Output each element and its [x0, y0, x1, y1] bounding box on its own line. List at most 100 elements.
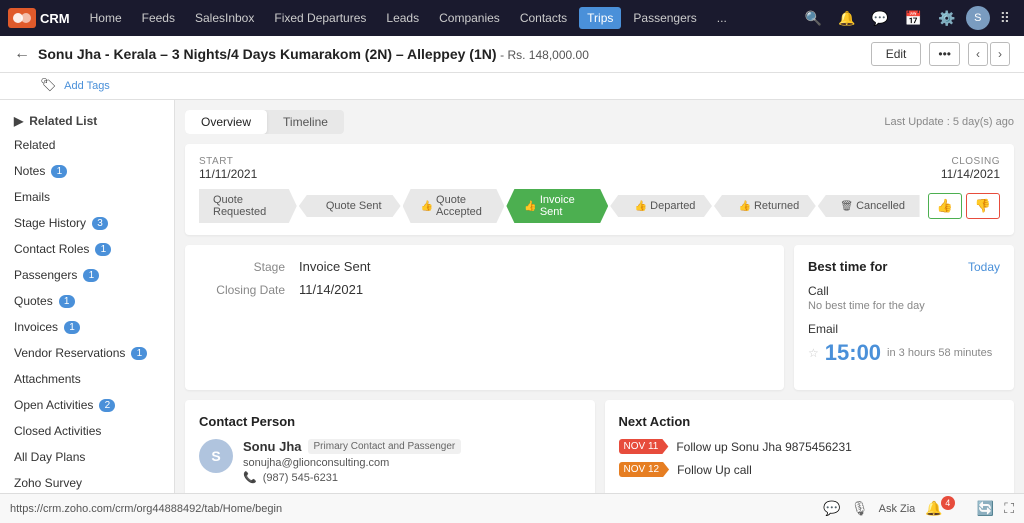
app-logo[interactable]: CRM	[8, 8, 70, 28]
approve-button[interactable]: 👍	[928, 193, 962, 219]
next-record-button[interactable]: ›	[990, 42, 1010, 66]
sidebar-item-related[interactable]: Related	[0, 132, 174, 158]
nav-arrows: ‹ ›	[968, 42, 1010, 66]
sidebar-item-invoices[interactable]: Invoices 1	[0, 314, 174, 340]
stage-value: Invoice Sent	[299, 259, 371, 274]
chat-icon[interactable]: 💬	[865, 6, 894, 31]
stage-history-badge: 3	[92, 217, 108, 230]
bottom-bar: https://crm.zoho.com/crm/org44888492/tab…	[0, 493, 1024, 523]
tags-row: 🏷 Add Tags	[0, 73, 1024, 100]
contact-phone: 📞 (987) 545-6231	[243, 471, 461, 484]
stage-departed[interactable]: 👍 Departed	[610, 195, 712, 217]
reject-button[interactable]: 👎	[966, 193, 1000, 219]
sidebar-item-stage-history[interactable]: Stage History 3	[0, 210, 174, 236]
action-text-2: Follow Up call	[677, 463, 752, 477]
sidebar-item-label: Zoho Survey	[14, 476, 82, 490]
nav-salesinbox[interactable]: SalesInbox	[187, 7, 262, 29]
nav-feeds[interactable]: Feeds	[134, 7, 183, 29]
sidebar-item-label: Open Activities	[14, 398, 93, 412]
email-label: Email	[808, 322, 1000, 336]
sidebar-item-closed-activities[interactable]: Closed Activities	[0, 418, 174, 444]
apps-icon[interactable]: ⠿	[994, 6, 1016, 31]
logo-icon	[8, 8, 36, 28]
sidebar-item-notes[interactable]: Notes 1	[0, 158, 174, 184]
top-navigation: CRM Home Feeds SalesInbox Fixed Departur…	[0, 0, 1024, 36]
vendor-badge: 1	[131, 347, 147, 360]
passengers-badge: 1	[83, 269, 99, 282]
more-options-button[interactable]: •••	[929, 42, 960, 66]
nav-more[interactable]: ...	[709, 7, 735, 29]
contact-roles-badge: 1	[95, 243, 111, 256]
user-avatar[interactable]: S	[966, 6, 990, 30]
closing-date-value: 11/14/2021	[299, 282, 363, 297]
next-action-card: Next Action NOV 11 Follow up Sonu Jha 98…	[605, 400, 1015, 493]
sidebar-item-passengers[interactable]: Passengers 1	[0, 262, 174, 288]
contact-email[interactable]: sonujha@glionconsulting.com	[243, 457, 461, 469]
info-card: Stage Invoice Sent Closing Date 11/14/20…	[185, 245, 784, 390]
tab-timeline[interactable]: Timeline	[267, 110, 344, 134]
stage-quote-requested[interactable]: Quote Requested	[199, 189, 297, 223]
pipeline-row: Quote Requested Quote Sent 👍 Quote Accep…	[199, 189, 1000, 223]
notes-badge: 1	[51, 165, 67, 178]
breadcrumb-info: Sonu Jha - Kerala – 3 Nights/4 Days Kuma…	[38, 46, 589, 62]
sidebar-item-contact-roles[interactable]: Contact Roles 1	[0, 236, 174, 262]
search-icon[interactable]: 🔍	[799, 6, 828, 31]
sidebar-toggle-icon[interactable]: ▶	[14, 114, 23, 128]
stage-label: Invoice Sent	[540, 194, 598, 218]
thumb-up-icon: 👍	[635, 201, 647, 212]
prev-record-button[interactable]: ‹	[968, 42, 988, 66]
call-label: Call	[808, 284, 1000, 298]
nav-home[interactable]: Home	[82, 7, 130, 29]
stage-cancelled[interactable]: 🗑 Cancelled	[818, 195, 920, 217]
contact-card-title: Contact Person	[199, 414, 581, 429]
bell-icon[interactable]: 🔔	[832, 6, 861, 31]
sidebar-item-all-day-plans[interactable]: All Day Plans	[0, 444, 174, 470]
edit-button[interactable]: Edit	[871, 42, 922, 66]
stage-label: Quote Requested	[213, 194, 287, 218]
tab-overview[interactable]: Overview	[185, 110, 267, 134]
sidebar-item-open-activities[interactable]: Open Activities 2	[0, 392, 174, 418]
nav-companies[interactable]: Companies	[431, 7, 508, 29]
stage-returned[interactable]: 👍 Returned	[714, 195, 816, 217]
nav-trips[interactable]: Trips	[579, 7, 621, 29]
contact-details: Sonu Jha Primary Contact and Passenger s…	[243, 439, 461, 484]
start-date-value: 11/11/2021	[199, 167, 257, 181]
email-section: Email ☆ 15:00 in 3 hours 58 minutes	[808, 322, 1000, 366]
contact-next-action-row: Contact Person S Sonu Jha Primary Contac…	[185, 400, 1014, 493]
stage-quote-sent[interactable]: Quote Sent	[299, 195, 401, 217]
back-button[interactable]: ←	[14, 45, 30, 63]
today-button[interactable]: Today	[968, 260, 1000, 274]
add-tags-button[interactable]: Add Tags	[64, 80, 110, 92]
contact-type-badge: Primary Contact and Passenger	[308, 439, 462, 454]
stage-label: Returned	[754, 200, 799, 212]
sidebar-title: Related List	[29, 114, 97, 128]
contact-name[interactable]: Sonu Jha	[243, 439, 302, 454]
nav-leads[interactable]: Leads	[378, 7, 427, 29]
sidebar-item-quotes[interactable]: Quotes 1	[0, 288, 174, 314]
email-time-desc: in 3 hours 58 minutes	[887, 347, 992, 359]
sidebar-item-emails[interactable]: Emails	[0, 184, 174, 210]
ask-zia-button[interactable]: Ask Zia	[879, 503, 916, 515]
stage-label: Quote Sent	[326, 200, 382, 212]
page-title: Sonu Jha - Kerala – 3 Nights/4 Days Kuma…	[38, 46, 497, 62]
invoices-badge: 1	[64, 321, 80, 334]
settings-icon[interactable]: ⚙️	[932, 6, 961, 31]
nav-passengers[interactable]: Passengers	[625, 7, 704, 29]
sidebar-item-attachments[interactable]: Attachments	[0, 366, 174, 392]
closing-label: CLOSING	[941, 156, 1000, 167]
contact-name-row: Sonu Jha Primary Contact and Passenger	[243, 439, 461, 454]
sidebar-item-label: Invoices	[14, 320, 58, 334]
sidebar-item-zoho-survey[interactable]: Zoho Survey	[0, 470, 174, 493]
sidebar-item-vendor-reservations[interactable]: Vendor Reservations 1	[0, 340, 174, 366]
action-badge-nov12: NOV 12	[619, 462, 670, 477]
stage-label: Departed	[650, 200, 695, 212]
contact-person: S Sonu Jha Primary Contact and Passenger…	[199, 439, 581, 484]
calendar-icon[interactable]: 📅	[899, 6, 928, 31]
stage-quote-accepted[interactable]: 👍 Quote Accepted	[403, 189, 505, 223]
closing-date-label: Closing Date	[199, 283, 299, 297]
nav-fixed-departures[interactable]: Fixed Departures	[266, 7, 374, 29]
stage-invoice-sent[interactable]: 👍 Invoice Sent	[506, 189, 608, 223]
nav-contacts[interactable]: Contacts	[512, 7, 575, 29]
closing-date-field: Closing Date 11/14/2021	[199, 282, 770, 297]
sidebar-item-label: Contact Roles	[14, 242, 89, 256]
